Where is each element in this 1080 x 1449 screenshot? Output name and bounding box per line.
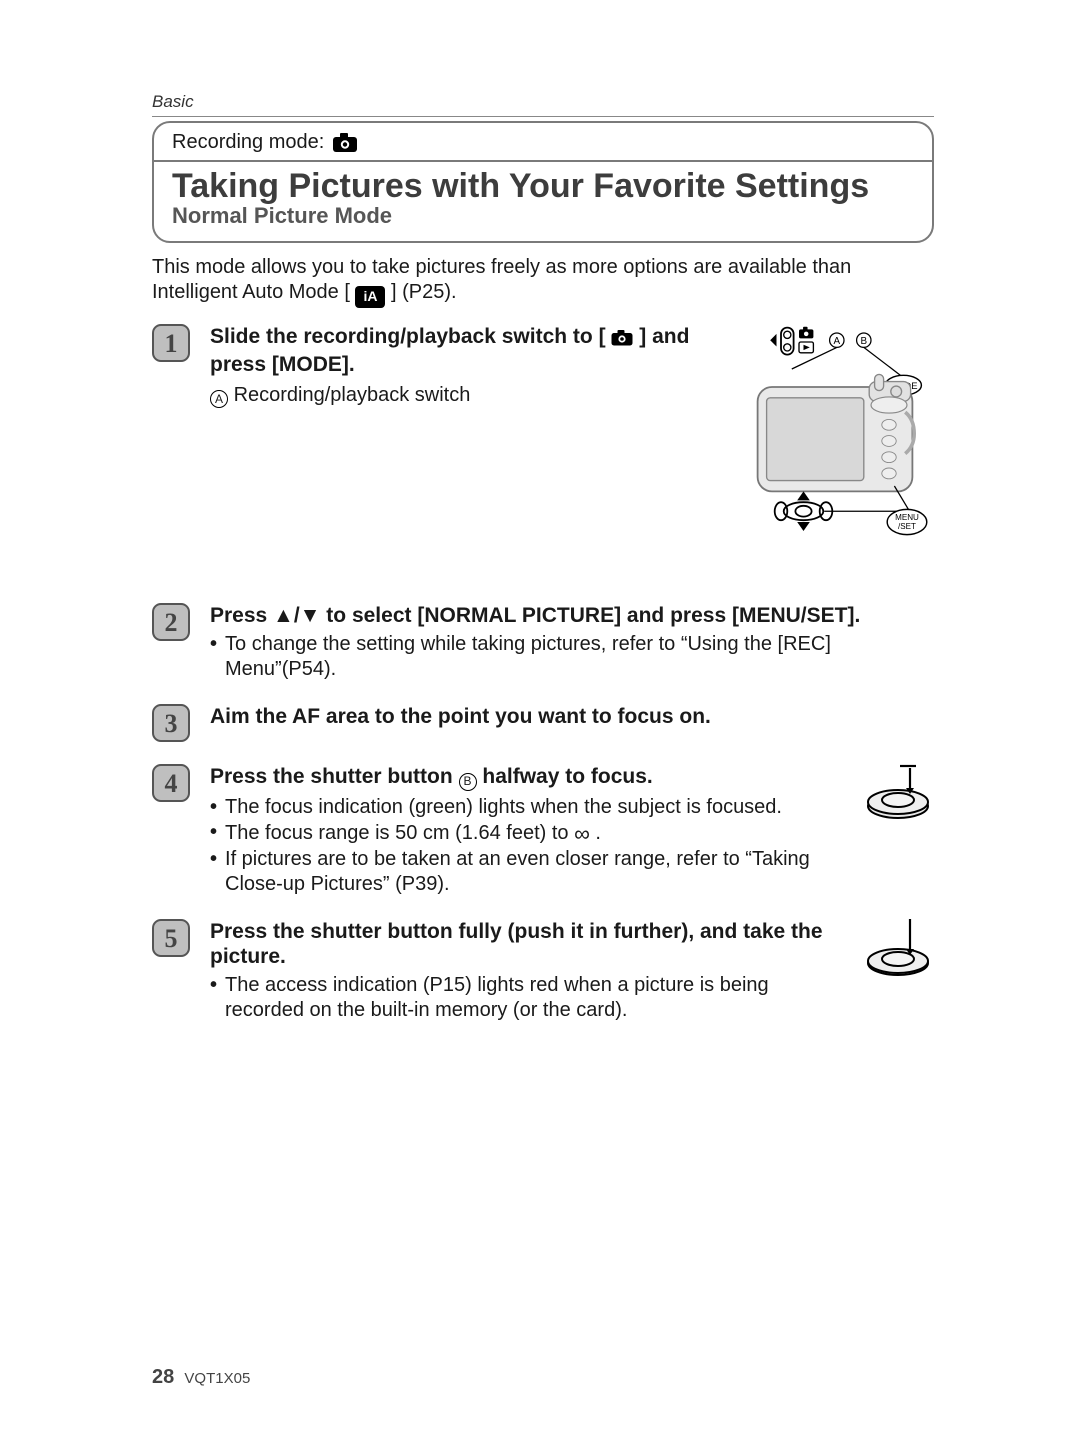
step-3-heading: Aim the AF area to the point you want to… [210,704,922,729]
step-2-bullet-1: To change the setting while taking pictu… [225,632,922,682]
step-4-notes: The focus indication (green) lights when… [210,795,852,898]
step-number-badge: 3 [152,704,190,742]
step-3-body: Aim the AF area to the point you want to… [210,704,922,729]
intro-paragraph: This mode allows you to take pictures fr… [152,255,934,308]
svg-text:4: 4 [165,769,178,798]
svg-text:3: 3 [165,709,178,738]
svg-text:2: 2 [165,608,178,637]
step-1-head-a: Slide the recording/playback switch to [ [210,325,606,348]
step-4-bullet-2: The focus range is 50 cm (1.64 feet) to … [225,820,601,848]
step-5-body: Press the shutter button fully (push it … [210,919,852,1023]
illus-label-a: A [834,336,841,347]
infinity-icon: ∞ [574,821,590,846]
step-1-sub-text: Recording/playback switch [234,384,471,406]
step-number-badge: 4 [152,764,190,802]
callout-label-b: B [459,773,477,791]
illus-label-b: B [861,336,868,347]
ia-mode-badge: iA [355,286,385,308]
section-label: Basic [152,92,934,117]
step-5-heading: Press the shutter button fully (push it … [210,919,852,969]
camera-back-illustration: A B MODE [754,324,934,581]
intro-text-2: ] (P25). [391,281,457,303]
step-4-bullet-3: If pictures are to be taken at an even c… [225,847,852,897]
doc-code: VQT1X05 [184,1370,250,1387]
step-1-heading: Slide the recording/playback switch to [… [210,324,742,377]
step-4-heading: Press the shutter button B halfway to fo… [210,764,852,790]
step-4-bullet-1: The focus indication (green) lights when… [225,795,782,820]
page-footer: 28 VQT1X05 [152,1366,250,1389]
step-4-bullet-2a: The focus range is 50 cm (1.64 feet) to [225,822,574,844]
menu-label-top: MENU [895,513,919,522]
camera-icon [611,328,639,351]
step-2-body: Press ▲/▼ to select [NORMAL PICTURE] and… [210,603,922,682]
step-4-head-b: halfway to focus. [482,765,652,788]
callout-label-a: A [210,390,228,408]
step-4-body: Press the shutter button B halfway to fo… [210,764,852,897]
step-2: 2 Press ▲/▼ to select [NORMAL PICTURE] a… [152,603,934,682]
shutter-half-press-illustration [864,764,934,829]
step-number-badge: 2 [152,603,190,641]
step-1-sub: A Recording/playback switch [210,382,742,409]
page-number: 28 [152,1366,174,1388]
step-4-head-a: Press the shutter button [210,765,459,788]
step-4: 4 Press the shutter button B halfway to … [152,764,934,897]
menu-label-bot: /SET [898,522,916,531]
step-number-badge: 5 [152,919,190,957]
step-2-notes: To change the setting while taking pictu… [210,632,922,682]
step-2-heading: Press ▲/▼ to select [NORMAL PICTURE] and… [210,603,922,628]
shutter-full-press-illustration [864,919,934,984]
step-1: 1 Slide the recording/playback switch to… [152,324,934,581]
step-4-bullet-2b: . [595,822,601,844]
recording-mode-row: Recording mode: [154,123,932,162]
step-5-notes: The access indication (P15) lights red w… [210,973,852,1023]
title-frame: Recording mode: Taking Pictures with You… [152,121,934,243]
page-title: Taking Pictures with Your Favorite Setti… [172,168,914,205]
camera-icon [332,133,358,153]
manual-page: Basic Recording mode: Taking Pictures wi… [0,0,1080,1449]
step-5: 5 Press the shutter button fully (push i… [152,919,934,1023]
svg-text:1: 1 [165,329,178,358]
step-5-bullet-1: The access indication (P15) lights red w… [225,973,852,1023]
page-subtitle: Normal Picture Mode [172,203,914,229]
recording-mode-label: Recording mode: [172,131,324,154]
svg-text:5: 5 [165,924,178,953]
step-3: 3 Aim the AF area to the point you want … [152,704,934,742]
step-number-badge: 1 [152,324,190,362]
intro-text-1: This mode allows you to take pictures fr… [152,256,851,303]
step-1-body: Slide the recording/playback switch to [… [210,324,742,408]
